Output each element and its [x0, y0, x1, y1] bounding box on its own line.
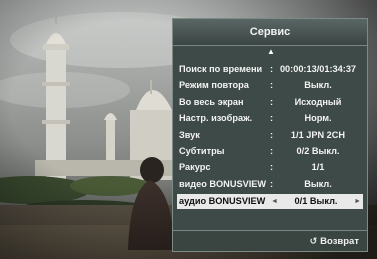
menu-item-separator: :	[270, 162, 274, 173]
menu-item-label: Во весь экран	[179, 96, 244, 107]
scroll-up-icon[interactable]: ▲	[267, 47, 275, 57]
menu-item-label: Настр. изображ.	[179, 113, 253, 124]
menu-item-value: 0/1 Выкл.	[294, 196, 338, 207]
menu-item-audio[interactable]: Звук : 1/1 JPN 2CH	[179, 127, 361, 143]
menu-item-bonusview-audio[interactable]: аудио BONUSVIEW ◄ 0/1 Выкл. ►	[177, 194, 363, 210]
panel-title: Сервис	[173, 19, 367, 46]
menu-item-value: 1/1 JPN 2CH	[290, 129, 346, 140]
arrow-right-icon[interactable]: ►	[354, 194, 361, 209]
menu-item-label: Звук	[179, 129, 200, 140]
menu-item-value: Выкл.	[304, 178, 332, 189]
menu-item-subtitles[interactable]: Субтитры : 0/2 Выкл.	[179, 143, 361, 159]
menu-item-picture-settings[interactable]: Настр. изображ. : Норм.	[179, 110, 361, 126]
menu-item-value: Норм.	[304, 113, 332, 124]
menu-item-angle[interactable]: Ракурс : 1/1	[179, 159, 361, 175]
menu-item-bonusview-video[interactable]: видео BONUSVIEW : Выкл.	[179, 176, 361, 192]
menu-item-label: аудио BONUSVIEW	[179, 196, 266, 207]
menu-item-separator: :	[270, 96, 274, 107]
menu-item-value: Исходный	[294, 96, 342, 107]
panel-footer: ↺ Возврат	[173, 230, 367, 251]
menu-item-separator: :	[270, 129, 274, 140]
menu-item-value: Выкл.	[304, 80, 332, 91]
menu-item-separator: :	[270, 113, 274, 124]
menu-item-separator: :	[270, 80, 274, 91]
video-screen: Сервис ▲ Поиск по времени : 00:00:13/01:…	[0, 0, 377, 259]
menu-item-value: 0/2 Выкл.	[296, 145, 340, 156]
menu-item-time-search[interactable]: Поиск по времени : 00:00:13/01:34:37	[179, 61, 361, 77]
menu-item-separator: :	[270, 178, 274, 189]
menu-item-value: 00:00:13/01:34:37	[279, 64, 357, 74]
return-button[interactable]: ↺ Возврат	[310, 234, 359, 249]
return-icon: ↺	[309, 236, 318, 246]
menu-item-separator: :	[270, 64, 274, 74]
menu-item-label: Режим повтора	[179, 80, 249, 91]
menu-item-value: 1/1	[311, 162, 325, 173]
menu-item-label: видео BONUSVIEW	[179, 178, 267, 189]
menu-item-full-screen[interactable]: Во весь экран : Исходный	[179, 94, 361, 110]
menu-item-separator: :	[270, 145, 274, 156]
menu-item-label: Ракурс	[179, 162, 211, 173]
menu-item-label: Поиск по времени	[179, 64, 263, 74]
menu-list: Поиск по времени : 00:00:13/01:34:37 Реж…	[177, 61, 363, 210]
return-label: Возврат	[320, 236, 359, 247]
menu-item-label: Субтитры	[179, 145, 225, 156]
menu-item-repeat-mode[interactable]: Режим повтора : Выкл.	[179, 77, 361, 93]
service-menu-panel: Сервис ▲ Поиск по времени : 00:00:13/01:…	[172, 18, 368, 252]
